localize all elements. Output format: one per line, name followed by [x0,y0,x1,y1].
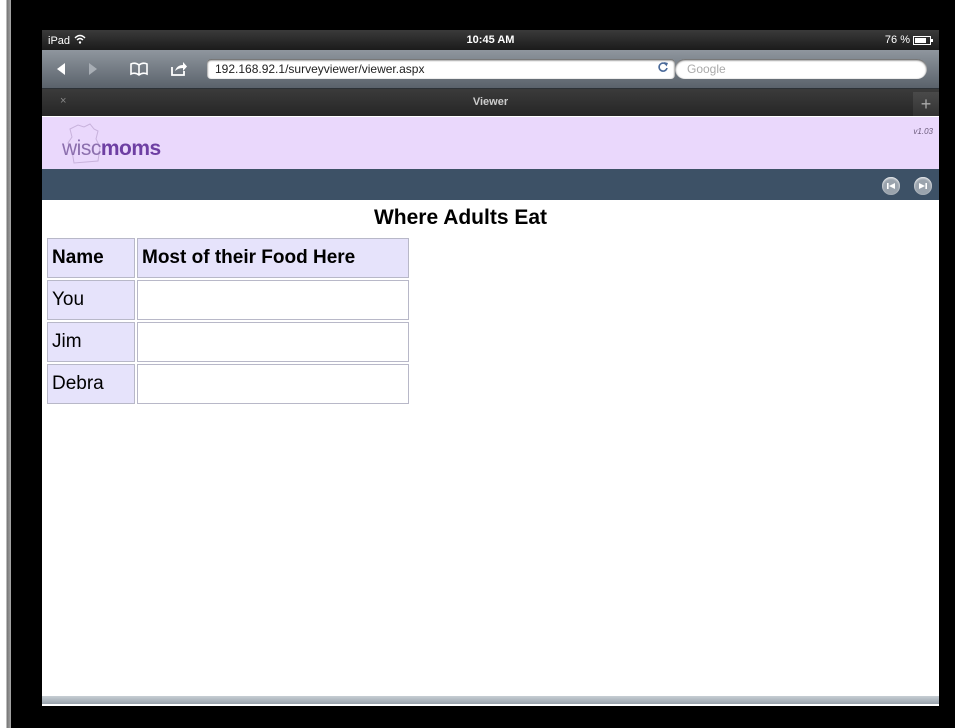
logo-wisc: wisc [62,137,101,160]
status-bar: iPad 10:45 AM 76 % [42,30,939,50]
left-bezel [0,0,11,728]
survey-table: Name Most of their Food Here You Jim Deb… [45,236,411,406]
survey-content: Where Adults Eat Name Most of their Food… [42,200,939,696]
new-tab-button[interactable]: + [913,92,939,116]
status-right: 76 % [884,34,933,46]
version-label: v1.03 [913,127,933,136]
tab-bar: × Viewer + [42,89,939,116]
device-frame: iPad 10:45 AM 76 % 192.168.92.1/surveyvi… [0,0,955,728]
ipad-screen: iPad 10:45 AM 76 % 192.168.92.1/surveyvi… [42,30,939,706]
skip-forward-icon [919,183,927,189]
forward-button[interactable] [82,58,104,80]
column-header-name: Name [47,238,135,278]
status-time: 10:45 AM [466,34,515,46]
column-header-food: Most of their Food Here [137,238,409,278]
skip-back-icon [887,183,895,189]
url-field[interactable]: 192.168.92.1/surveyviewer/viewer.aspx [207,59,675,79]
table-header-row: Name Most of their Food Here [47,238,409,278]
battery-percent: 76 % [884,34,910,46]
site-header: wiscmoms v1.03 [42,117,939,169]
page-title: Where Adults Eat [373,206,548,229]
food-answer-cell[interactable] [137,364,409,404]
book-icon [130,62,148,76]
table-row: Debra [47,364,409,404]
next-page-button[interactable] [914,177,932,195]
reload-icon[interactable] [657,61,669,76]
tab-title[interactable]: Viewer [42,96,939,108]
food-answer-cell[interactable] [137,280,409,320]
forward-arrow-icon [89,63,97,75]
browser-toolbar: 192.168.92.1/surveyviewer/viewer.aspx Go… [42,50,939,89]
search-placeholder: Google [687,62,726,76]
bookmarks-button[interactable] [128,58,150,80]
bottom-bar [42,696,939,704]
back-button[interactable] [50,58,72,80]
logo-moms: moms [100,137,161,160]
table-row: Jim [47,322,409,362]
battery-icon [913,35,933,45]
site-logo[interactable]: wiscmoms [62,137,161,161]
search-input[interactable]: Google [675,59,927,79]
nav-strip [42,169,939,200]
share-icon [171,62,187,76]
back-arrow-icon [57,63,65,75]
food-answer-cell[interactable] [137,322,409,362]
row-name-cell: Debra [47,364,135,404]
url-text: 192.168.92.1/surveyviewer/viewer.aspx [215,62,425,76]
previous-page-button[interactable] [882,177,900,195]
row-name-cell: Jim [47,322,135,362]
table-row: You [47,280,409,320]
share-button[interactable] [168,58,190,80]
row-name-cell: You [47,280,135,320]
